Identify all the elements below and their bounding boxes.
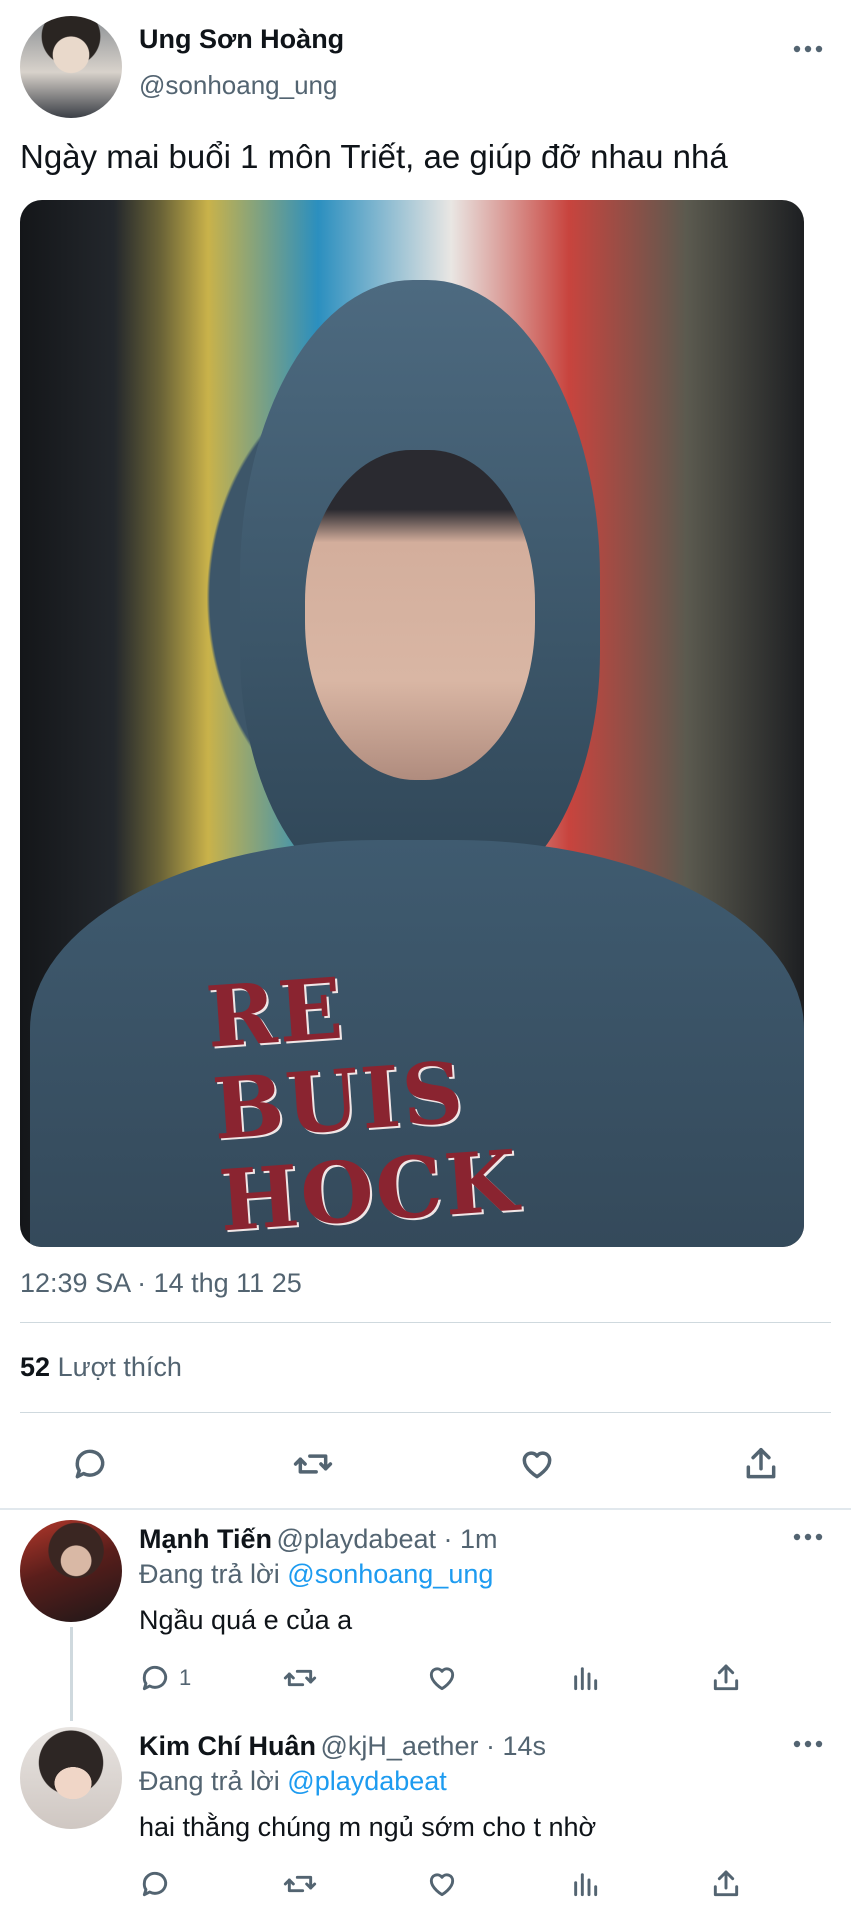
retweet-icon <box>283 1669 317 1687</box>
likes-label: Lượt thích <box>57 1352 182 1382</box>
share-icon <box>746 1448 776 1479</box>
reply-header: Kim Chí Huân @kjH_aether · 14s <box>139 1731 546 1762</box>
reply-icon <box>142 1871 168 1897</box>
reply-button[interactable] <box>66 1440 114 1488</box>
analytics-icon <box>574 1667 598 1691</box>
replying-prefix: Đang trả lời <box>139 1766 280 1796</box>
reply-more-icon[interactable] <box>790 1729 826 1759</box>
share-button[interactable] <box>737 1440 785 1488</box>
retweet-button[interactable] <box>280 1658 320 1698</box>
like-button[interactable] <box>422 1658 462 1698</box>
replying-prefix: Đang trả lời <box>139 1559 280 1589</box>
reply-handle-time[interactable]: @kjH_aether · 14s <box>320 1731 546 1761</box>
reply-header: Mạnh Tiến @playdabeat · 1m <box>139 1524 498 1555</box>
reply-display-name[interactable]: Kim Chí Huân <box>139 1731 316 1761</box>
like-icon <box>429 1667 455 1691</box>
reply-avatar[interactable] <box>20 1520 122 1622</box>
replying-to: Đang trả lời @playdabeat <box>139 1766 447 1797</box>
like-icon <box>429 1873 455 1897</box>
photo-face <box>305 450 535 780</box>
reply-display-name[interactable]: Mạnh Tiến <box>139 1524 272 1554</box>
share-button[interactable] <box>706 1658 746 1698</box>
replying-to: Đang trả lời @sonhoang_ung <box>139 1559 493 1590</box>
analytics-button[interactable] <box>565 1864 605 1904</box>
likes-count[interactable]: 52 Lượt thích <box>20 1352 182 1383</box>
hoodie-print-line2: HOCK <box>215 1130 523 1247</box>
retweet-icon <box>293 1454 333 1474</box>
analytics-icon <box>574 1873 598 1897</box>
replying-mention[interactable]: @playdabeat <box>287 1766 447 1796</box>
reply-button[interactable]: 1 <box>139 1658 191 1698</box>
share-button[interactable] <box>706 1864 746 1904</box>
reply-icon <box>75 1449 105 1479</box>
hoodie-print-line1: RE BUIS <box>203 958 469 1159</box>
share-icon <box>713 1664 739 1691</box>
reply-more-icon[interactable] <box>790 1522 826 1552</box>
like-button[interactable] <box>422 1864 462 1904</box>
section-separator <box>0 1508 851 1510</box>
reply-text: Ngầu quá e của a <box>139 1605 353 1635</box>
reply-button[interactable] <box>139 1864 179 1904</box>
reply-icon <box>142 1665 168 1691</box>
reply-avatar[interactable] <box>20 1727 122 1829</box>
replying-mention[interactable]: @sonhoang_ung <box>287 1559 493 1589</box>
author-avatar[interactable] <box>20 16 122 118</box>
tweet-text: Ngày mai buổi 1 môn Triết, ae giúp đỡ nh… <box>20 138 728 175</box>
retweet-icon <box>283 1875 317 1893</box>
divider <box>20 1412 831 1413</box>
reply-handle-time[interactable]: @playdabeat · 1m <box>276 1524 497 1554</box>
reply-count: 1 <box>179 1665 192 1690</box>
retweet-button[interactable] <box>289 1440 337 1488</box>
tweet-timestamp[interactable]: 12:39 SA · 14 thg 11 25 <box>20 1268 302 1299</box>
hoodie-print: RE BUIS HOCK <box>203 948 556 1247</box>
tweet-photo[interactable]: RE BUIS HOCK <box>20 200 804 1247</box>
retweet-button[interactable] <box>280 1864 320 1904</box>
more-options-icon[interactable] <box>790 34 826 64</box>
like-button[interactable] <box>513 1440 561 1488</box>
author-handle[interactable]: @sonhoang_ung <box>139 70 337 101</box>
author-display-name[interactable]: Ung Sơn Hoàng <box>139 24 344 55</box>
thread-connector <box>70 1627 73 1721</box>
reply-text: hai thằng chúng m ngủ sớm cho t nhờ <box>139 1812 597 1842</box>
divider <box>20 1322 831 1323</box>
like-icon <box>522 1451 552 1479</box>
share-icon <box>713 1870 739 1897</box>
analytics-button[interactable] <box>565 1658 605 1698</box>
likes-number: 52 <box>20 1352 51 1382</box>
